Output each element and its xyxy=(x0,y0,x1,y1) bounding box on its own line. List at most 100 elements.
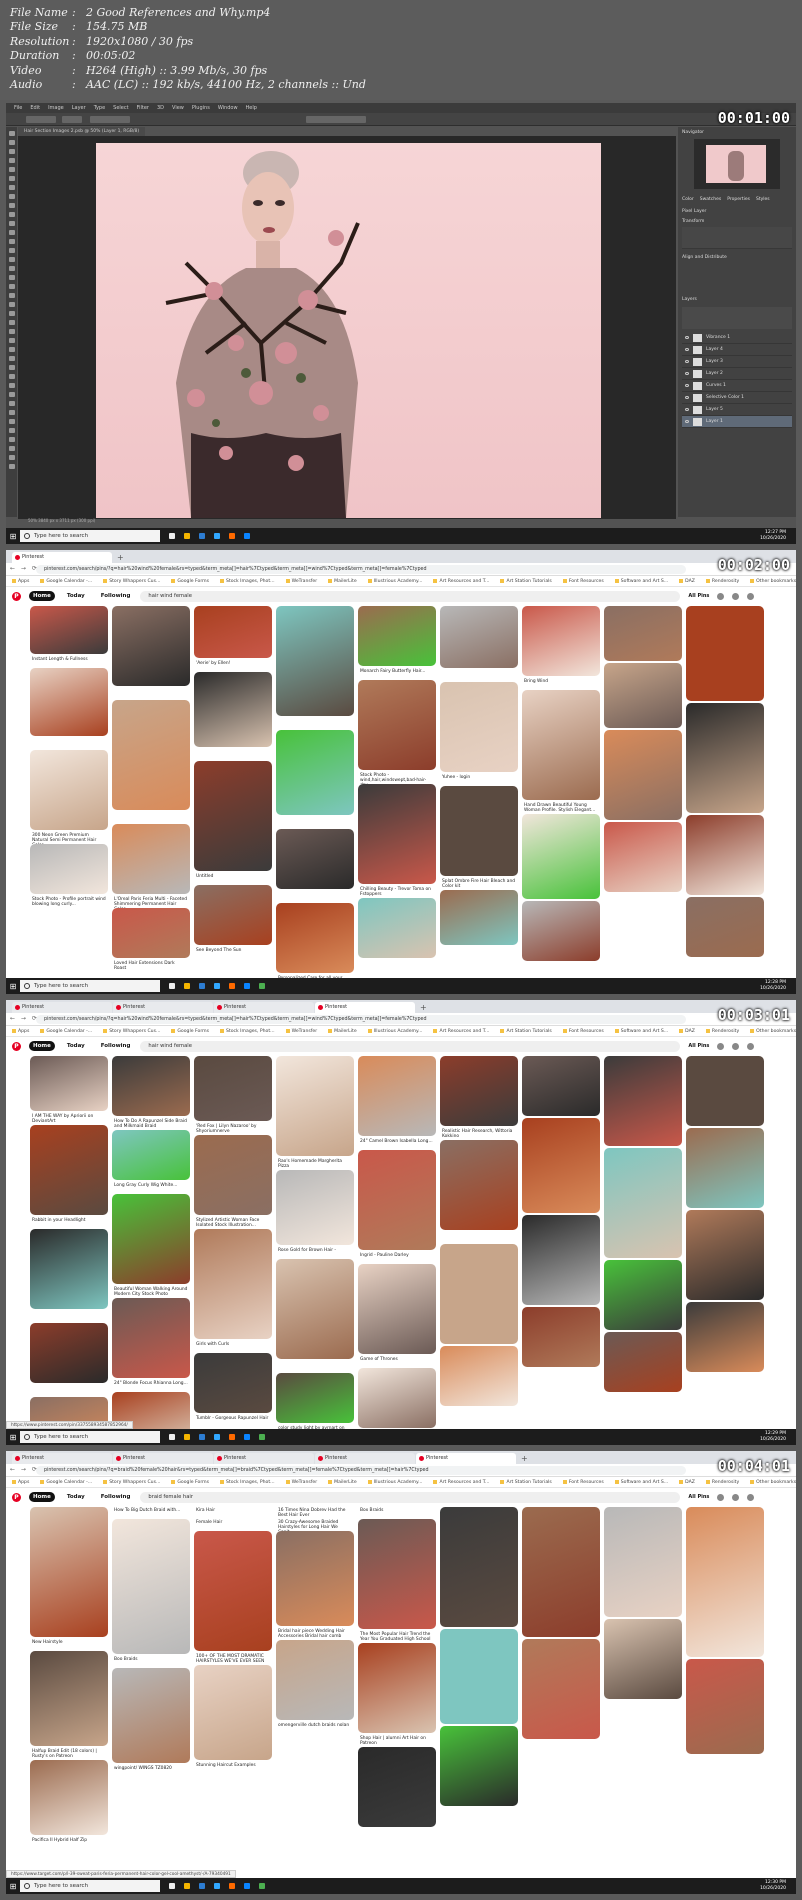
tool-icon[interactable] xyxy=(8,266,15,271)
bookmark[interactable]: Story Whappers Cus... xyxy=(103,1026,160,1036)
pinterest-nav[interactable]: Home xyxy=(29,591,55,601)
pin-image[interactable] xyxy=(276,1373,354,1423)
taskbar-app-icon[interactable] xyxy=(184,1883,190,1889)
back-forward-icon[interactable]: ← → ⟳ xyxy=(10,1466,39,1473)
panel-tab[interactable]: Styles xyxy=(756,197,770,202)
pin-caption[interactable]: Halfup Braid Edit (18 colors) | Rusty's … xyxy=(30,1748,108,1760)
bookmark[interactable]: MailerLite xyxy=(328,1026,357,1036)
tool-icon[interactable] xyxy=(8,446,15,451)
pin-caption[interactable] xyxy=(112,812,190,824)
new-tab-button[interactable]: + xyxy=(521,1453,528,1464)
pin-caption[interactable]: Long Gray Curly Wig White... xyxy=(112,1182,190,1194)
pinterest-logo[interactable]: P xyxy=(12,1041,21,1051)
url-input[interactable]: pinterest.com/search/pins/?q=hair%20wind… xyxy=(36,565,686,574)
pin-image[interactable] xyxy=(30,668,108,736)
taskbar-app-icon[interactable] xyxy=(229,1883,235,1889)
bookmark[interactable]: Google Calendar -... xyxy=(40,576,92,586)
pin-image[interactable] xyxy=(440,890,518,945)
pin-image[interactable] xyxy=(194,761,272,871)
windows-icon[interactable]: ⊞ xyxy=(6,528,20,544)
pin-image[interactable] xyxy=(686,1128,764,1208)
tool-icon[interactable] xyxy=(8,176,15,181)
pin-image[interactable] xyxy=(686,815,764,895)
tool-icon[interactable] xyxy=(8,455,15,460)
taskbar-app-icon[interactable] xyxy=(199,1883,205,1889)
taskbar-app-icon[interactable] xyxy=(214,983,220,989)
pin-image[interactable] xyxy=(686,1210,764,1300)
tool-icon[interactable] xyxy=(8,338,15,343)
bookmark[interactable]: Google Forms xyxy=(171,1477,209,1487)
tool-icon[interactable] xyxy=(8,257,15,262)
pin-caption[interactable] xyxy=(30,1311,108,1323)
tool-icon[interactable] xyxy=(8,194,15,199)
tool-icon[interactable] xyxy=(8,140,15,145)
pin-image[interactable] xyxy=(522,606,600,676)
pin-image[interactable] xyxy=(194,1665,272,1760)
taskbar-app-icon[interactable] xyxy=(199,1434,205,1440)
ps-canvas[interactable] xyxy=(96,143,601,518)
pin-caption[interactable]: Loved Hair Extensions Dark Roast xyxy=(112,960,190,972)
layers-options[interactable] xyxy=(682,307,792,329)
pin-image[interactable] xyxy=(604,1332,682,1392)
pin-caption[interactable]: Beautiful Woman Walking Around Modern Ci… xyxy=(112,1286,190,1298)
menu-item[interactable]: Window xyxy=(218,103,238,113)
bookmark[interactable]: DAZ xyxy=(679,1026,695,1036)
pin-caption[interactable]: Stock Photo - Profile portrait wind blow… xyxy=(30,896,108,908)
new-tab-button[interactable]: + xyxy=(420,1002,427,1013)
message-icon[interactable] xyxy=(732,1493,740,1501)
layer-row[interactable]: Layer 1 xyxy=(682,416,792,428)
pin-caption[interactable] xyxy=(358,960,436,972)
pin-caption[interactable]: Shop Hair | alumni Art Hair on Patreon xyxy=(358,1735,436,1747)
pin-caption[interactable] xyxy=(276,718,354,730)
menu-item[interactable]: Image xyxy=(48,103,64,113)
bookmark[interactable]: Software and Art S... xyxy=(615,576,668,586)
bookmark[interactable]: MailerLite xyxy=(328,1477,357,1487)
taskbar-search[interactable]: Type here to search xyxy=(20,530,160,542)
pin-image[interactable] xyxy=(30,1651,108,1746)
tool-icon[interactable] xyxy=(8,383,15,388)
browser-tab[interactable]: Pinterest xyxy=(113,1002,213,1013)
pin-caption[interactable]: Game of Thrones xyxy=(358,1356,436,1368)
windows-icon[interactable]: ⊞ xyxy=(6,978,20,994)
pin-caption[interactable]: wingpoint/ WINGS TZ0820 xyxy=(112,1765,190,1777)
bookmark[interactable]: Software and Art S... xyxy=(615,1026,668,1036)
pin-image[interactable] xyxy=(522,690,600,800)
pin-image[interactable] xyxy=(194,1353,272,1413)
pin-caption[interactable]: Stunning Haircut Examples xyxy=(194,1762,272,1774)
pin-image[interactable] xyxy=(358,680,436,770)
pin-caption[interactable]: See Beyond The Sun xyxy=(194,947,272,959)
pin-image[interactable] xyxy=(276,903,354,973)
tool-icon[interactable] xyxy=(8,311,15,316)
bookmark[interactable]: Art Resources and T... xyxy=(433,1477,489,1487)
tool-icon[interactable] xyxy=(8,158,15,163)
pin-image[interactable] xyxy=(30,750,108,830)
photoshop-icon[interactable] xyxy=(214,533,220,539)
pin-image[interactable] xyxy=(604,1507,682,1617)
taskbar-app-icon[interactable] xyxy=(229,983,235,989)
pinterest-search-input[interactable]: hair wind female xyxy=(140,590,681,602)
pin-image[interactable] xyxy=(112,1519,190,1654)
bookmark[interactable]: WeTransfer xyxy=(286,576,318,586)
pin-image[interactable] xyxy=(30,1323,108,1383)
pin-image[interactable] xyxy=(358,1150,436,1250)
pin-image[interactable] xyxy=(440,1629,518,1724)
panel-tab[interactable]: Swatches xyxy=(700,197,722,202)
bookmark[interactable]: Font Resources xyxy=(563,576,604,586)
panel-tab[interactable]: Properties xyxy=(727,197,750,202)
tool-icon[interactable] xyxy=(8,428,15,433)
pinterest-nav[interactable]: Home xyxy=(29,1492,55,1502)
taskbar-app-icon[interactable] xyxy=(244,983,250,989)
pin-caption[interactable]: Box Braids xyxy=(358,1507,436,1519)
pin-image[interactable] xyxy=(686,1659,764,1754)
all-pins-dropdown[interactable]: All Pins xyxy=(688,593,709,599)
avatar[interactable] xyxy=(747,1042,755,1050)
pin-image[interactable] xyxy=(686,703,764,813)
pin-image[interactable] xyxy=(194,606,272,658)
pin-caption[interactable]: Untitled xyxy=(194,873,272,885)
pin-caption[interactable]: How To Do A Rapunzel Side Braid and Milk… xyxy=(112,1118,190,1130)
tool-icon[interactable] xyxy=(8,284,15,289)
transform-fields[interactable] xyxy=(682,227,792,249)
menu-item[interactable]: Select xyxy=(113,103,128,113)
all-pins-dropdown[interactable]: All Pins xyxy=(688,1043,709,1049)
pin-image[interactable] xyxy=(522,1307,600,1367)
